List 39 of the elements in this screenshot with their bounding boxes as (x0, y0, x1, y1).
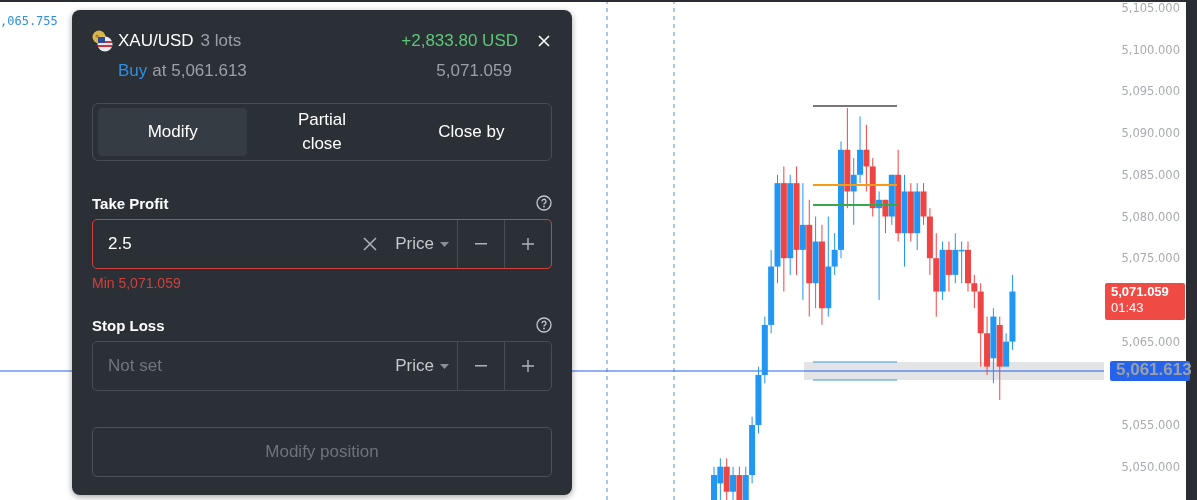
axis-label: 5,090.000 (1121, 126, 1180, 141)
price-type-dropdown[interactable]: Price (389, 220, 457, 268)
axis-label: 5,075.000 (1121, 251, 1180, 266)
tab[interactable]: Close by (396, 108, 546, 156)
trade-side: Buy (118, 61, 148, 81)
caret-icon (440, 363, 449, 369)
plus-icon (522, 360, 534, 372)
price-label: ,065.755 (0, 14, 58, 28)
lot-size: 3 lots (200, 31, 242, 51)
symbol-icon (92, 30, 114, 52)
last-price-tag: 5,071.059 01:43 (1105, 283, 1185, 320)
price-input-field[interactable]: 2.5 Price (92, 219, 552, 269)
error-message: Min 5,071.059 (92, 275, 182, 293)
field-label: Take Profit (92, 194, 169, 212)
minus-icon (475, 365, 487, 367)
close-icon[interactable] (536, 33, 552, 49)
axis-label: 5,085.000 (1121, 167, 1180, 182)
tab[interactable]: Modify (98, 108, 248, 156)
help-icon[interactable] (536, 195, 552, 211)
price-type-dropdown[interactable]: Price (389, 342, 457, 390)
axis-label: 5,105.000 (1121, 1, 1180, 15)
current-price: 5,071.059 (436, 61, 512, 81)
help-icon[interactable] (536, 317, 552, 333)
axis-label: 5,095.000 (1121, 84, 1180, 99)
caret-icon (440, 241, 449, 247)
symbol-name: XAU/USD (118, 31, 194, 51)
profit-value: +2,833.80 USD (401, 31, 518, 51)
entry-price: at 5,061.613 (152, 61, 247, 81)
countdown: 01:43 (1111, 300, 1145, 316)
axis-label: 5,055.000 (1121, 418, 1180, 432)
axis-label: 5,050.000 (1121, 459, 1180, 474)
price-input-field[interactable]: Not set Price (92, 341, 552, 391)
tab[interactable]: Partial close (247, 108, 397, 156)
minus-icon (475, 243, 487, 245)
field-label: Stop Loss (92, 316, 165, 334)
axis-label: 5,100.000 (1121, 42, 1180, 57)
axis-label: 5,065.000 (1121, 334, 1180, 349)
plus-icon (522, 238, 534, 250)
axis-label: 5,080.000 (1121, 209, 1180, 224)
